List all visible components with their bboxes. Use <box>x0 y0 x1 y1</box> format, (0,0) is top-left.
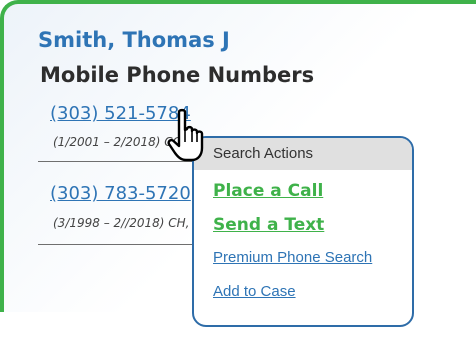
premium-phone-search-action[interactable]: Premium Phone Search <box>213 249 372 266</box>
popup-title: Search Actions <box>194 138 412 170</box>
send-text-action[interactable]: Send a Text <box>213 215 324 235</box>
phone-number-link[interactable]: (303) 783-5720 <box>50 183 191 204</box>
section-title: Mobile Phone Numbers <box>40 63 315 87</box>
add-to-case-action[interactable]: Add to Case <box>213 283 296 300</box>
contact-name: Smith, Thomas J <box>38 28 230 52</box>
place-call-action[interactable]: Place a Call <box>213 181 323 201</box>
pointing-hand-icon <box>167 108 204 162</box>
phone-date-range: (3/1998 – 2//2018) CH, CO <box>53 216 193 230</box>
divider <box>38 244 198 245</box>
search-actions-popup: Search Actions Place a Call Send a Text … <box>192 136 414 327</box>
